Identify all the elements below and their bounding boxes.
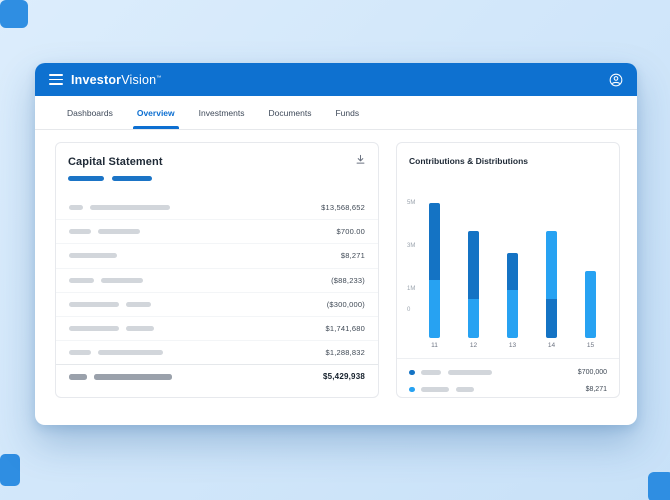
skeleton-text-bar [69,253,117,258]
skeleton-text-bar [94,374,172,380]
account-icon[interactable] [609,73,623,87]
statement-tab-chip[interactable] [68,176,104,181]
bar-segment-light [507,290,518,338]
bar-segment-dark [468,231,479,299]
skeleton-text-bar [421,370,441,375]
chart-bar-13[interactable] [507,253,518,338]
statement-amount: ($88,233) [331,276,365,285]
y-axis-tick: 0 [407,307,410,313]
bar-segment-light [429,280,440,338]
bar-segment-light [468,299,479,338]
skeleton-text-bar [69,350,91,355]
legend-dot-dark [409,370,415,376]
tab-investments[interactable]: Investments [187,96,257,129]
skeleton-text-bar [456,387,474,392]
chart-bar-12[interactable] [468,231,479,338]
dashboard-content: Capital Statement $13,568,652 $700.00 $8,2… [35,130,637,425]
statement-row: $8,271 [56,243,378,267]
capital-statement-panel: Capital Statement $13,568,652 $700.00 $8,2… [55,142,379,398]
skeleton-text-bar [90,205,170,210]
skeleton-text-bar [98,229,140,234]
tab-funds[interactable]: Funds [323,96,371,129]
decor-square-top-left [0,0,28,28]
x-axis-label: 14 [546,342,557,349]
y-axis-tick: 5M [407,200,415,206]
bar-segment-light [546,231,557,299]
skeleton-text-bar [69,205,83,210]
statement-row: $13,568,652 [56,195,378,219]
x-axis-label: 12 [468,342,479,349]
app-window: InvestorVision™ DashboardsOverviewInvest… [35,63,637,425]
statement-row: $1,288,832 [56,340,378,364]
bar-segment-light [585,271,596,337]
tab-dashboards[interactable]: Dashboards [55,96,125,129]
statement-rows: $13,568,652 $700.00 $8,271 ($88,233) ($300,0… [56,195,378,389]
legend-row: $700,000 [397,364,619,381]
skeleton-text-bar [69,326,119,331]
statement-amount: ($300,000) [327,300,365,309]
chart-bar-14[interactable] [546,231,557,338]
bar-segment-dark [546,299,557,338]
legend-divider [397,358,619,359]
chart-title: Contributions & Distributions [397,143,619,166]
legend-value: $8,271 [586,386,607,393]
brand-trademark: ™ [156,74,161,80]
brand-bold: Investor [71,73,121,87]
skeleton-text-bar [98,350,163,355]
contributions-panel: Contributions & Distributions 5M 3M 1M 0 11 1… [396,142,620,398]
statement-row: $1,741,680 [56,316,378,340]
statement-amount: $5,429,938 [323,372,365,381]
statement-amount: $700.00 [336,227,365,236]
legend-dot-light [409,387,415,393]
decor-square-bottom-right [648,472,670,500]
tab-documents[interactable]: Documents [256,96,323,129]
page-background: InvestorVision™ DashboardsOverviewInvest… [0,0,670,500]
skeleton-text-bar [69,278,94,283]
skeleton-text-bar [421,387,449,392]
capital-statement-title: Capital Statement [68,156,163,168]
x-axis-label: 15 [585,342,596,349]
menu-icon[interactable] [49,74,63,85]
chart-bar-11[interactable] [429,203,440,338]
app-header: InvestorVision™ [35,63,637,96]
bar-segment-dark [507,253,518,289]
decor-square-bottom-left [0,454,20,486]
legend-value: $700,000 [578,369,607,376]
x-axis-label: 13 [507,342,518,349]
statement-total-row: $5,429,938 [56,364,378,388]
tab-overview[interactable]: Overview [125,96,187,129]
skeleton-text-bar [126,302,151,307]
skeleton-text-bar [126,326,154,331]
chart-bar-15[interactable] [585,271,596,337]
statement-tab-chip[interactable] [112,176,152,181]
download-icon[interactable] [355,154,366,165]
skeleton-text-bar [69,302,119,307]
y-axis-tick: 3M [407,243,415,249]
contributions-chart: 5M3M1M01112131415 [407,193,609,339]
y-axis-tick: 1M [407,286,415,292]
statement-amount: $1,288,832 [325,348,365,357]
statement-row: ($300,000) [56,292,378,316]
x-axis-label: 11 [429,342,440,349]
chart-legend: $700,000 $8,271 [397,364,619,398]
app-logo: InvestorVision™ [71,73,161,87]
legend-row: $8,271 [397,381,619,398]
brand-light: Vision [121,73,156,87]
skeleton-text-bar [69,229,91,234]
skeleton-text-bar [101,278,143,283]
skeleton-text-bar [69,374,87,380]
bar-segment-dark [429,203,440,280]
statement-amount: $8,271 [341,251,365,260]
statement-amount: $13,568,652 [321,203,365,212]
statement-row: ($88,233) [56,268,378,292]
statement-filter-chips [56,168,378,181]
statement-row: $700.00 [56,219,378,243]
nav-tabs: DashboardsOverviewInvestmentsDocumentsFu… [35,96,637,130]
skeleton-text-bar [448,370,492,375]
statement-amount: $1,741,680 [325,324,365,333]
